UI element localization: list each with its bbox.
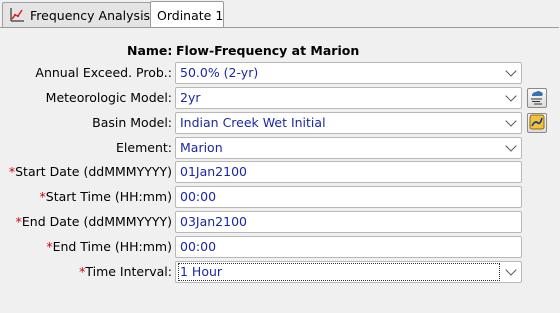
met-model-value: 2yr <box>180 90 201 105</box>
tab-ordinate-1[interactable]: Ordinate 1 <box>150 1 224 28</box>
aep-dropdown[interactable]: 50.0% (2-yr) <box>175 62 522 84</box>
end-date-field[interactable]: 03Jan2100 <box>175 211 522 233</box>
chevron-down-icon <box>505 65 517 77</box>
chevron-down-icon <box>505 115 517 127</box>
met-model-dropdown[interactable]: 2yr <box>175 87 522 109</box>
element-row: Element: Marion <box>0 137 560 159</box>
basin-model-value: Indian Creek Wet Initial <box>180 115 326 130</box>
start-date-field[interactable]: 01Jan2100 <box>175 161 522 183</box>
ordinate-panel: Name: Flow-Frequency at Marion Annual Ex… <box>0 27 559 312</box>
meteorologic-model-icon <box>529 89 545 108</box>
name-label: Name: <box>127 43 173 58</box>
basin-model-dropdown[interactable]: Indian Creek Wet Initial <box>175 112 522 134</box>
met-model-label: Meteorologic Model: <box>45 90 172 105</box>
aep-row: Annual Exceed. Prob.: 50.0% (2-yr) <box>0 62 560 84</box>
basin-model-label: Basin Model: <box>92 115 172 130</box>
basin-model-button[interactable] <box>527 113 547 133</box>
time-interval-row: *Time Interval: 1 Hour <box>0 261 560 283</box>
start-date-label: *Start Date (ddMMMYYYY) <box>8 164 172 179</box>
end-time-label: *End Time (HH:mm) <box>46 239 172 254</box>
start-time-field[interactable]: 00:00 <box>175 186 522 208</box>
element-dropdown[interactable]: Marion <box>175 137 522 159</box>
name-value: Flow-Frequency at Marion <box>176 43 360 58</box>
end-date-value: 03Jan2100 <box>180 214 247 229</box>
chevron-down-icon <box>505 264 517 276</box>
met-model-row: Meteorologic Model: 2yr <box>0 87 560 109</box>
tab-label: Ordinate 1 <box>157 7 224 23</box>
start-time-value: 00:00 <box>180 189 217 204</box>
start-time-label: *Start Time (HH:mm) <box>39 189 172 204</box>
end-time-row: *End Time (HH:mm) 00:00 <box>0 236 560 258</box>
tab-label: Frequency Analysis <box>30 7 151 23</box>
time-interval-dropdown[interactable]: 1 Hour <box>175 261 522 283</box>
end-time-value: 00:00 <box>180 239 217 254</box>
aep-label: Annual Exceed. Prob.: <box>35 65 172 80</box>
end-date-row: *End Date (ddMMMYYYY) 03Jan2100 <box>0 211 560 233</box>
chevron-down-icon <box>505 90 517 102</box>
start-date-row: *Start Date (ddMMMYYYY) 01Jan2100 <box>0 161 560 183</box>
met-model-button[interactable] <box>527 88 547 108</box>
tab-bar: Frequency Analysis Ordinate 1 <box>0 0 560 28</box>
element-value: Marion <box>180 140 223 155</box>
time-interval-selection <box>178 263 500 281</box>
end-time-field[interactable]: 00:00 <box>175 236 522 258</box>
start-time-row: *Start Time (HH:mm) 00:00 <box>0 186 560 208</box>
time-interval-value: 1 Hour <box>180 264 223 279</box>
tab-frequency-analysis[interactable]: Frequency Analysis <box>2 2 151 27</box>
frequency-chart-icon <box>9 7 25 23</box>
element-label: Element: <box>116 140 172 155</box>
name-row: Name: Flow-Frequency at Marion <box>0 40 560 62</box>
chevron-down-icon <box>505 140 517 152</box>
aep-value: 50.0% (2-yr) <box>180 65 259 80</box>
basin-model-icon <box>529 114 545 133</box>
end-date-label: *End Date (ddMMMYYYY) <box>15 214 172 229</box>
time-interval-label: *Time Interval: <box>79 264 172 279</box>
basin-model-row: Basin Model: Indian Creek Wet Initial <box>0 112 560 134</box>
start-date-value: 01Jan2100 <box>180 164 247 179</box>
